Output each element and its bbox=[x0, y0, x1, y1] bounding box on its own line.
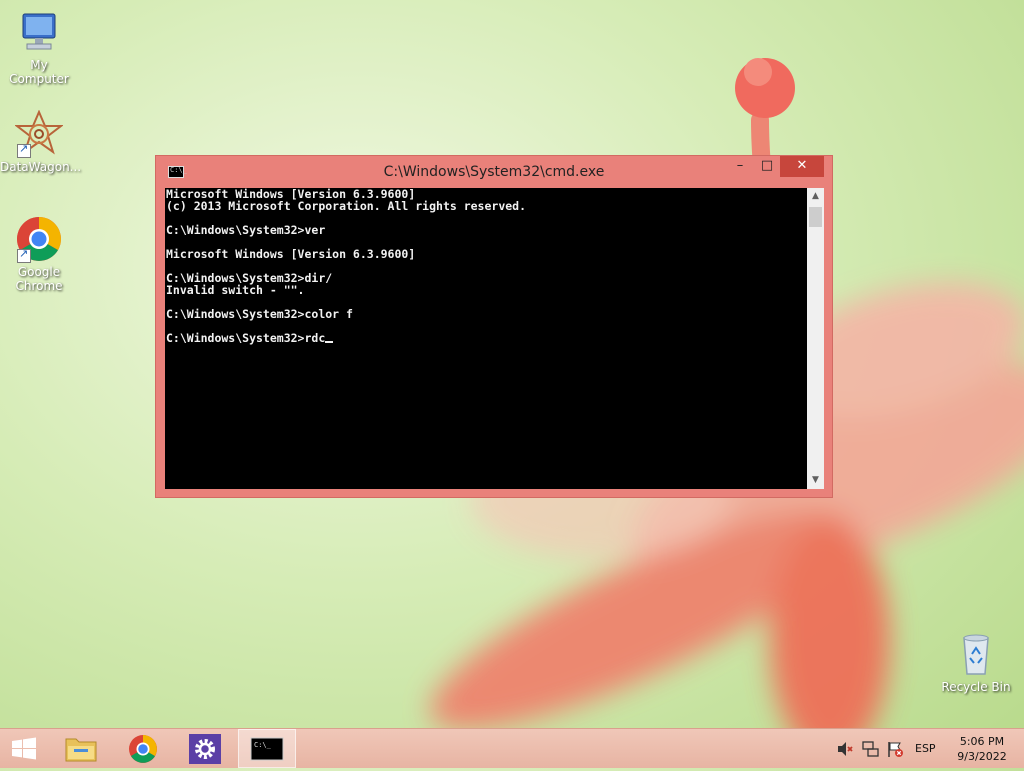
input-language-indicator[interactable]: ESP bbox=[915, 742, 936, 755]
cmd-window[interactable]: C:\_ C:\Windows\System32\cmd.exe – □ ✕ M… bbox=[155, 155, 833, 498]
close-button[interactable]: ✕ bbox=[780, 156, 824, 177]
taskbar-clock[interactable]: 5:06 PM 9/3/2022 bbox=[946, 734, 1018, 764]
desktop-icon-recycle-bin[interactable]: Recycle Bin bbox=[937, 630, 1015, 694]
desktop-icon-google-chrome[interactable]: Google Chrome bbox=[0, 215, 78, 293]
console-text: Microsoft Windows [Version 6.3.9600] (c)… bbox=[166, 188, 527, 345]
clock-time: 5:06 PM bbox=[959, 735, 1005, 748]
taskbar: C:\_ ESP 5:06 PM 9/3/2022 bbox=[0, 728, 1024, 768]
scroll-down-arrow-icon[interactable]: ▼ bbox=[807, 472, 824, 489]
windows-logo-icon bbox=[12, 737, 36, 760]
gear-icon bbox=[189, 734, 221, 764]
action-center-flag-icon[interactable] bbox=[886, 740, 904, 758]
taskbar-file-explorer[interactable] bbox=[52, 729, 110, 768]
window-titlebar[interactable]: C:\_ C:\Windows\System32\cmd.exe – □ ✕ bbox=[156, 156, 832, 188]
console-cursor bbox=[325, 341, 334, 343]
taskbar-cmd[interactable]: C:\_ bbox=[238, 729, 296, 768]
desktop-icon-label: DataWagon... bbox=[0, 160, 82, 174]
chrome-icon bbox=[129, 735, 157, 763]
shortcut-arrow-icon bbox=[17, 142, 31, 158]
scrollbar-thumb[interactable] bbox=[809, 207, 822, 227]
vertical-scrollbar[interactable]: ▲ ▼ bbox=[807, 188, 824, 489]
computer-icon bbox=[15, 8, 63, 56]
taskbar-chrome[interactable] bbox=[114, 729, 172, 768]
desktop-icon-label: My Computer bbox=[9, 58, 69, 86]
scroll-up-arrow-icon[interactable]: ▲ bbox=[807, 188, 824, 205]
start-button[interactable] bbox=[0, 729, 48, 768]
network-icon[interactable] bbox=[861, 740, 879, 758]
shortcut-arrow-icon bbox=[17, 247, 31, 263]
svg-text:C:\_: C:\_ bbox=[254, 741, 272, 749]
cmd-icon: C:\_ bbox=[250, 737, 284, 761]
maximize-button[interactable]: □ bbox=[753, 156, 781, 177]
minimize-button[interactable]: – bbox=[726, 156, 754, 177]
datawagon-logo-icon bbox=[14, 109, 64, 158]
folder-icon bbox=[65, 738, 97, 762]
speaker-muted-icon[interactable] bbox=[836, 740, 854, 758]
recycle-bin-icon bbox=[952, 630, 1000, 678]
console-output[interactable]: Microsoft Windows [Version 6.3.9600] (c)… bbox=[165, 188, 807, 489]
desktop-icon-datawagon[interactable]: DataWagon... bbox=[0, 109, 82, 174]
taskbar-settings[interactable] bbox=[176, 729, 234, 768]
clock-date: 9/3/2022 bbox=[957, 750, 1007, 763]
desktop-icon-label: Recycle Bin bbox=[941, 680, 1011, 694]
desktop-icon-label: Google Chrome bbox=[15, 265, 63, 293]
chrome-icon bbox=[15, 215, 63, 263]
desktop-icon-my-computer[interactable]: My Computer bbox=[0, 8, 78, 86]
